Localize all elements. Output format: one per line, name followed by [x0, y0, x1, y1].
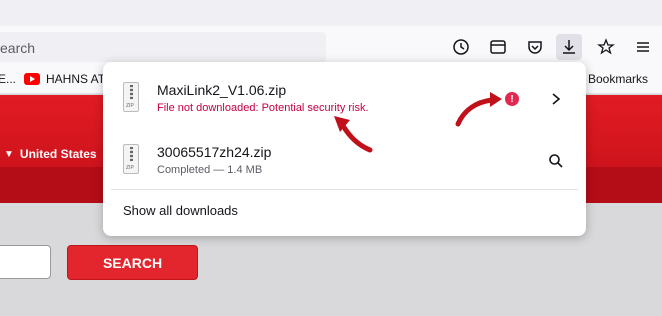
clock-icon: [453, 39, 469, 55]
download-icon: [563, 40, 575, 54]
chevron-right-icon: [552, 93, 561, 105]
show-all-downloads-button[interactable]: Show all downloads: [123, 203, 238, 218]
sidebar-button[interactable]: [485, 34, 511, 60]
warning-icon: !: [505, 92, 519, 106]
menu-button[interactable]: [630, 34, 656, 60]
star-icon: [597, 38, 615, 55]
download-status: Completed — 1.4 MB: [157, 164, 263, 176]
divider: [111, 189, 578, 190]
country-label: United States: [19, 147, 97, 161]
annotation-arrow-icon: [455, 92, 502, 127]
bookmark-label: HAHNS AT: [46, 72, 106, 86]
magnifier-icon: [549, 154, 563, 168]
bookmark-item-hahns[interactable]: HAHNS AT: [24, 72, 105, 86]
tab-strip: [0, 0, 662, 26]
bookmark-item[interactable]: E...: [0, 72, 16, 86]
zip-file-icon: ZIP: [123, 82, 139, 112]
pocket-button[interactable]: [522, 34, 548, 60]
youtube-icon: [24, 73, 40, 85]
bookmark-label: E...: [0, 72, 17, 86]
site-search-input[interactable]: [0, 245, 51, 279]
country-selector[interactable]: ▼ United States |: [4, 147, 114, 161]
download-filename: 30065517zh24.zip: [157, 144, 272, 160]
window-icon: [490, 40, 506, 54]
url-bar[interactable]: earch: [0, 32, 326, 62]
open-details-button[interactable]: [547, 90, 565, 108]
pocket-icon: [528, 41, 542, 54]
url-placeholder: earch: [0, 40, 36, 56]
extensions-button[interactable]: [593, 34, 619, 60]
show-in-folder-button[interactable]: [547, 152, 565, 170]
location-pin-icon: ▼: [4, 148, 14, 160]
downloads-button[interactable]: [556, 34, 582, 60]
zip-file-icon: ZIP: [123, 144, 139, 174]
annotation-arrow-icon: [334, 116, 373, 153]
history-button[interactable]: [448, 34, 474, 60]
hamburger-icon: [637, 42, 649, 52]
search-button[interactable]: SEARCH: [67, 245, 198, 280]
navigation-toolbar: earch: [0, 26, 662, 66]
download-filename: MaxiLink2_V1.06.zip: [157, 82, 287, 98]
